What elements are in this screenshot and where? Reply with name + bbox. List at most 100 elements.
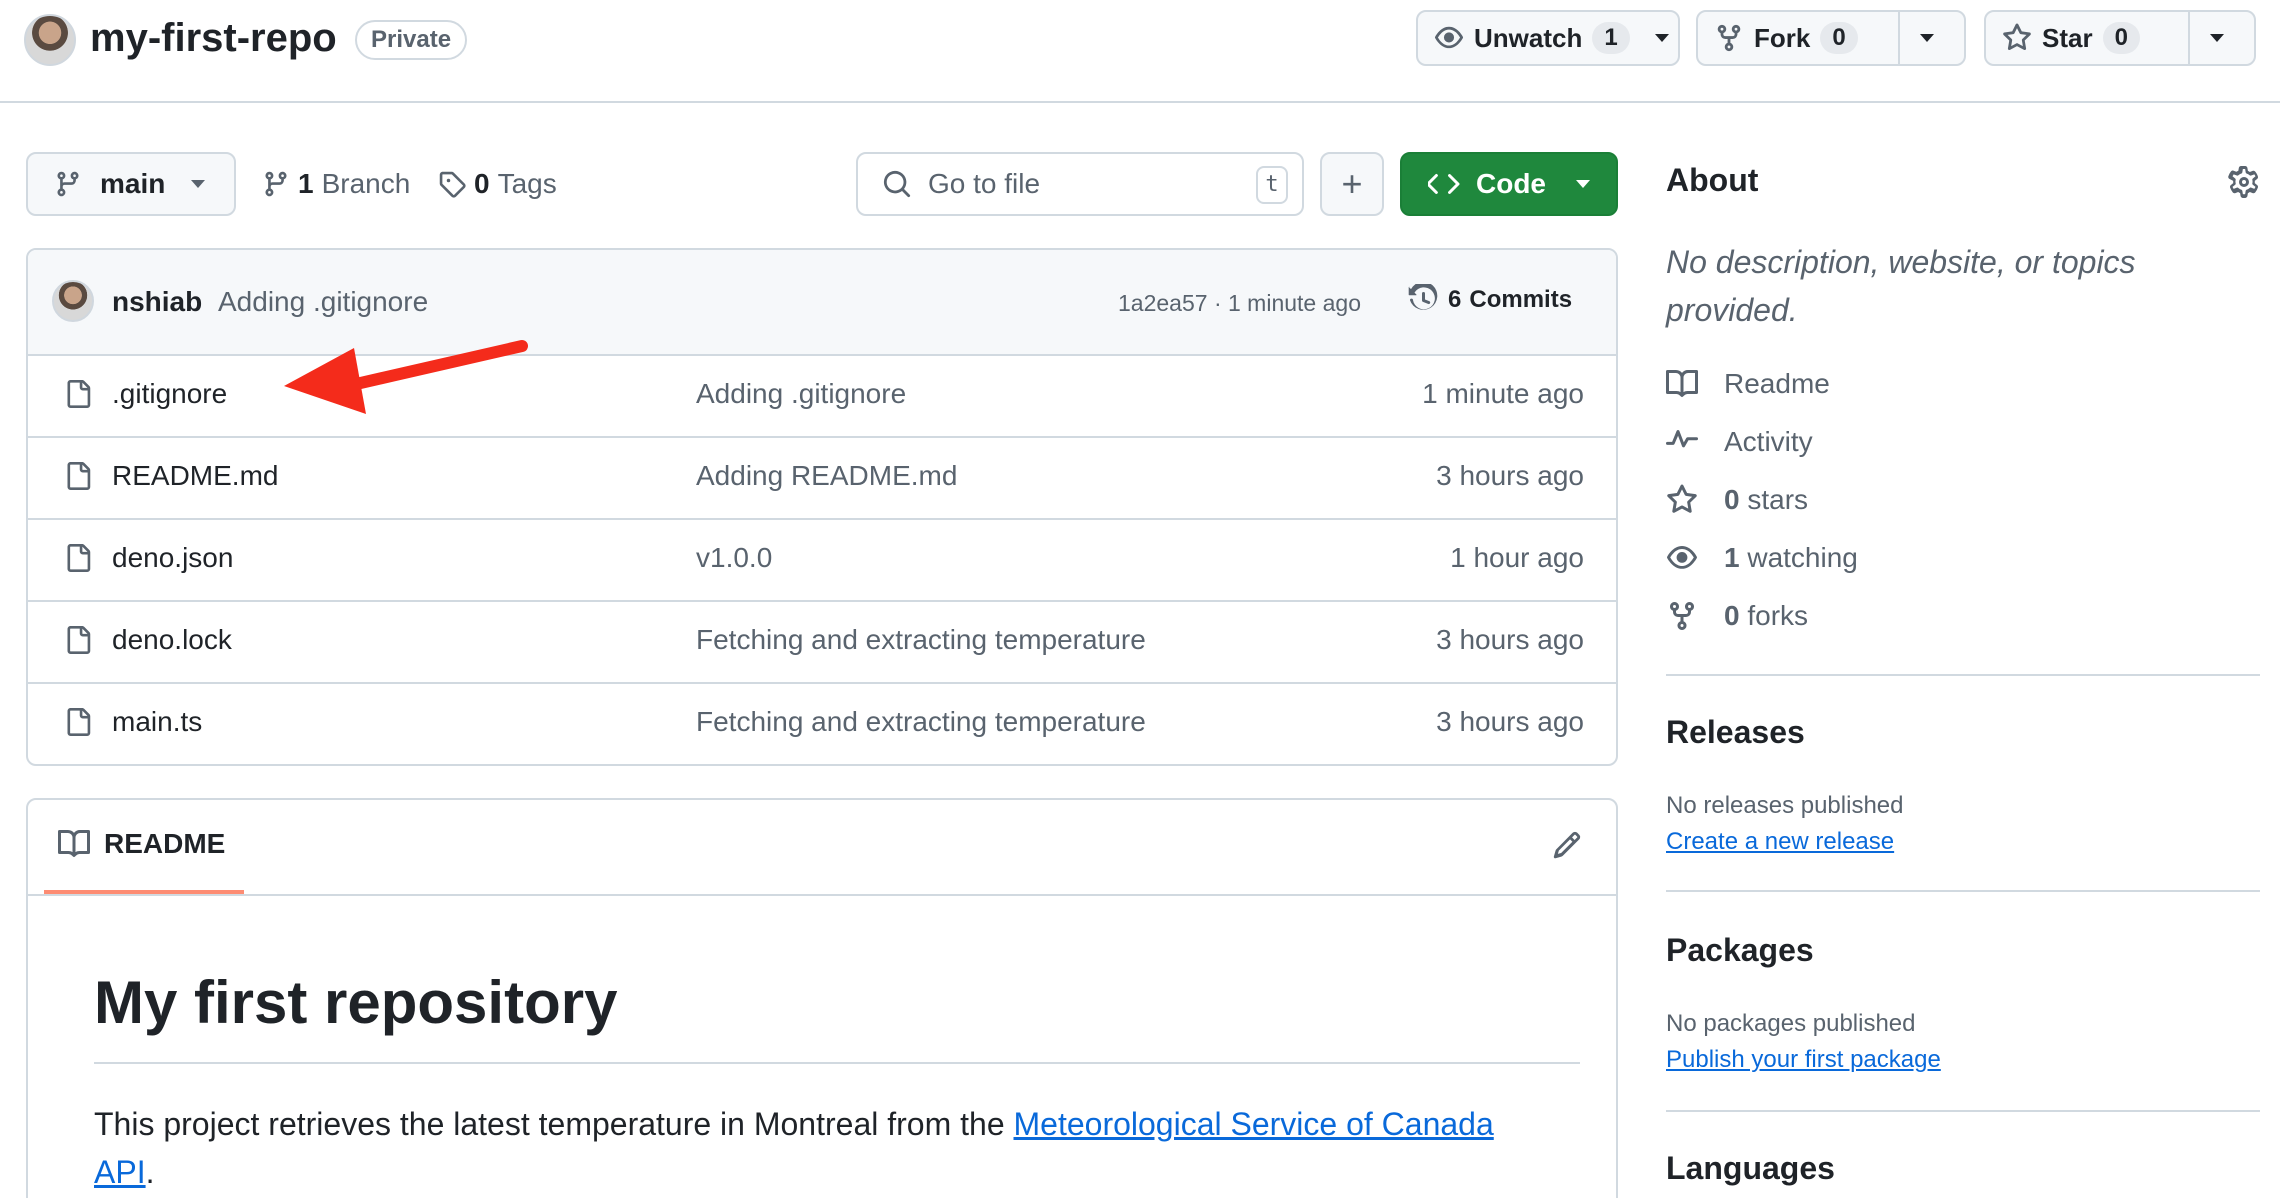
search-icon (883, 170, 911, 198)
file-commit-time: 1 minute ago (1422, 378, 1584, 409)
msc-link[interactable]: Meteorological Service of Canada (1014, 1106, 1494, 1142)
forks-count: 0 (1724, 600, 1740, 631)
star-dropdown-caret[interactable] (2188, 12, 2244, 64)
forks-label: forks (1747, 600, 1809, 631)
star-icon (2003, 23, 2031, 50)
commits-label: Commits (1469, 286, 1573, 313)
file-name[interactable]: deno.json (112, 542, 233, 574)
commit-separator: · (1213, 290, 1222, 316)
file-row[interactable]: .gitignore Adding .gitignore 1 minute ag… (28, 356, 1616, 438)
file-commit-message[interactable]: Fetching and extracting temperature (696, 706, 1146, 738)
packages-empty-text: No packages published (1666, 1010, 1916, 1037)
go-to-file-placeholder: Go to file (928, 168, 1041, 199)
fork-icon (1670, 601, 1694, 631)
annotation-arrow (284, 340, 528, 414)
code-button[interactable]: Code (1400, 152, 1618, 216)
chevron-down-icon (2210, 34, 2224, 42)
latest-commit-bar: nshiab Adding .gitignore 1a2ea57 · 1 min… (28, 250, 1616, 356)
releases-title[interactable]: Releases (1666, 714, 1805, 751)
stars-label: stars (1747, 484, 1809, 515)
chevron-down-icon (191, 180, 206, 188)
file-name[interactable]: deno.lock (112, 624, 232, 656)
sidebar-divider (1666, 890, 2260, 892)
commit-hash[interactable]: 1a2ea57 (1118, 290, 1208, 316)
file-commit-message[interactable]: Adding README.md (696, 460, 957, 492)
file-commit-time: 1 hour ago (1450, 542, 1584, 573)
commit-message[interactable]: Adding .gitignore (218, 286, 428, 318)
readme-text-end: . (145, 1154, 155, 1190)
book-icon (58, 829, 90, 857)
fork-icon (1717, 24, 1741, 52)
watch-button[interactable]: Unwatch 1 (1416, 10, 1680, 66)
releases-empty-text: No releases published (1666, 792, 1904, 819)
sidebar-item-activity[interactable]: Activity (1666, 426, 1813, 458)
branch-name: main (100, 168, 166, 199)
file-commit-time: 3 hours ago (1436, 624, 1584, 655)
add-file-button[interactable]: + (1320, 152, 1384, 216)
sidebar-item-forks[interactable]: 0 forks (1666, 600, 1808, 632)
sidebar-item-stars[interactable]: 0 stars (1666, 484, 1808, 516)
readme-tab[interactable]: README (58, 828, 225, 860)
code-label: Code (1476, 168, 1546, 199)
file-commit-message[interactable]: Adding .gitignore (696, 378, 906, 410)
branches-link[interactable]: 1 Branch (262, 168, 410, 200)
sidebar-divider (1666, 1110, 2260, 1112)
languages-title: Languages (1666, 1150, 1835, 1186)
commit-author-avatar[interactable] (52, 280, 94, 322)
file-commit-time: 3 hours ago (1436, 460, 1584, 491)
sidebar-divider (1666, 674, 2260, 676)
about-description: No description, website, or topics provi… (1666, 244, 2136, 328)
file-row[interactable]: deno.json v1.0.0 1 hour ago (28, 520, 1616, 602)
file-name[interactable]: README.md (112, 460, 278, 492)
publish-package-link[interactable]: Publish your first package (1666, 1046, 1941, 1074)
packages-title[interactable]: Packages (1666, 932, 1814, 969)
commit-meta: 1a2ea57 · 1 minute ago (1118, 290, 1361, 317)
file-commit-message[interactable]: Fetching and extracting temperature (696, 624, 1146, 656)
file-commit-message[interactable]: v1.0.0 (696, 542, 772, 574)
tag-icon (439, 171, 466, 198)
file-commit-time: 3 hours ago (1436, 706, 1584, 737)
activity-link-label: Activity (1724, 426, 1813, 457)
watching-label: watching (1747, 542, 1858, 573)
readme-heading: My first repository (94, 969, 618, 1036)
fork-dropdown-caret[interactable] (1898, 12, 1954, 64)
owner-avatar[interactable] (24, 14, 76, 66)
file-row[interactable]: README.md Adding README.md 3 hours ago (28, 438, 1616, 520)
api-link[interactable]: API (94, 1154, 146, 1190)
file-icon (67, 708, 91, 736)
tags-link[interactable]: 0 Tags (438, 168, 557, 200)
file-icon (67, 544, 91, 572)
sidebar-item-readme[interactable]: Readme (1666, 368, 1830, 400)
readme-link-label: Readme (1724, 368, 1830, 399)
go-to-file-input[interactable]: Go to file t (856, 152, 1304, 216)
file-name[interactable]: .gitignore (112, 378, 227, 410)
file-icon (67, 462, 91, 490)
sidebar-item-watching[interactable]: 1 watching (1666, 542, 1858, 574)
file-row[interactable]: deno.lock Fetching and extracting temper… (28, 602, 1616, 684)
readme-text: This project retrieves the latest temper… (94, 1106, 1014, 1142)
branch-selector[interactable]: main (26, 152, 236, 216)
eye-icon (1667, 546, 1697, 569)
file-row[interactable]: main.ts Fetching and extracting temperat… (28, 684, 1616, 764)
file-icon (67, 626, 91, 654)
star-count: 0 (2102, 22, 2140, 54)
git-branch-icon (265, 171, 287, 197)
file-name[interactable]: main.ts (112, 706, 202, 738)
gear-icon[interactable] (2228, 166, 2260, 198)
history-icon (1408, 284, 1438, 310)
shortcut-key-badge: t (1256, 166, 1288, 204)
heading-divider (94, 1062, 1580, 1064)
pencil-icon[interactable] (1552, 830, 1582, 860)
readme-header: README (28, 800, 1616, 896)
star-button[interactable]: Star 0 (1984, 10, 2256, 66)
fork-button[interactable]: Fork 0 (1696, 10, 1966, 66)
commits-link[interactable]: 6 Commits (1408, 284, 1572, 316)
watch-dropdown-caret[interactable] (1646, 12, 1678, 64)
repo-name[interactable]: my-first-repo (90, 16, 337, 61)
commit-author[interactable]: nshiab (112, 286, 202, 318)
create-release-link[interactable]: Create a new release (1666, 828, 1894, 856)
commit-time: 1 minute ago (1228, 290, 1361, 316)
watching-count: 1 (1724, 542, 1740, 573)
book-icon (1666, 369, 1698, 397)
visibility-badge: Private (355, 20, 468, 60)
